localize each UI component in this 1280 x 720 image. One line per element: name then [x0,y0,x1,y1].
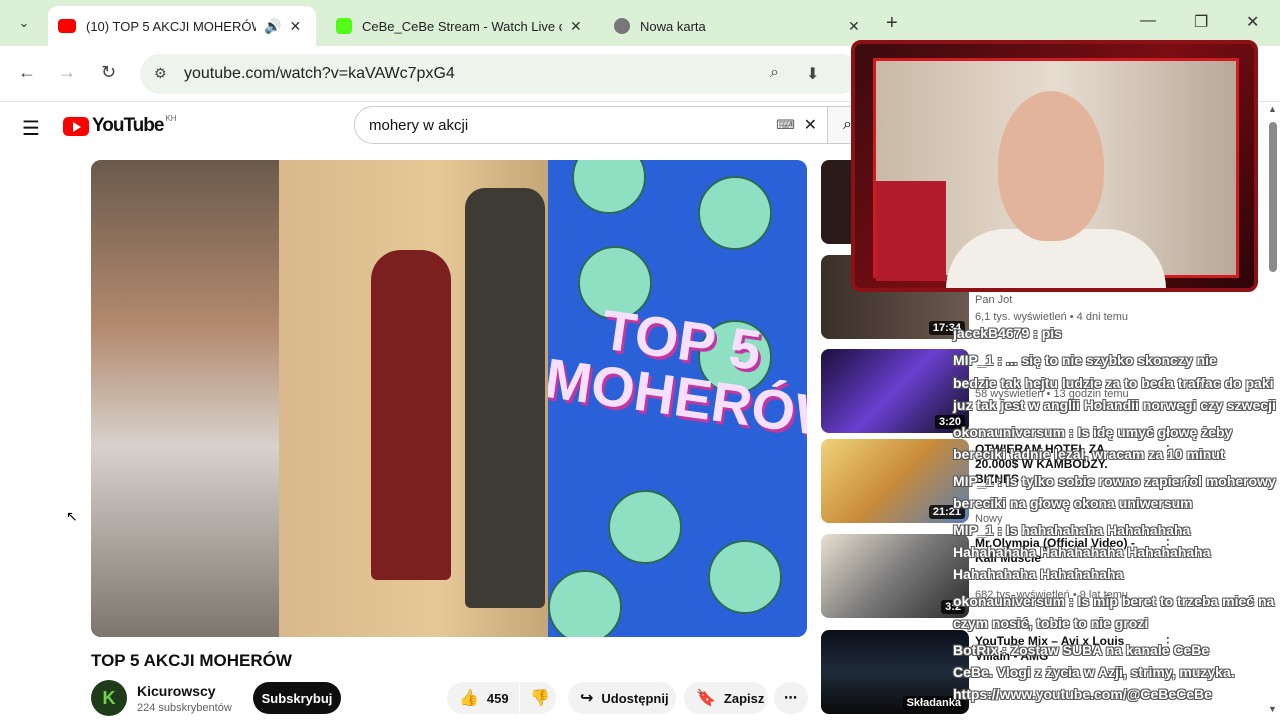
site-info-icon[interactable]: ⚙ [154,65,167,82]
dislike-button[interactable]: 👎 [520,682,556,714]
smiley-icon [572,160,646,214]
like-button[interactable]: 👍 459 [447,682,519,714]
thumbnail-panel-middle [279,160,548,637]
webcam-overlay [851,40,1258,292]
reload-icon[interactable]: ↻ [101,62,116,83]
related-thumbnail-6[interactable]: Składanka [821,630,969,714]
clear-icon[interactable]: ✕ [804,115,817,135]
chat-message: bedzie tak hejtu ludzie za to beda traff… [953,375,1274,391]
subscriber-count: 224 subskrybentów [137,702,232,714]
chat-message: okonauniversum : Is mip beret to trzeba … [953,593,1275,609]
smiley-icon [708,540,782,614]
thumbs-up-icon: 👍 [459,690,479,707]
thumbs-down-icon: 👎 [530,690,550,707]
scroll-up-icon[interactable]: ▲ [1268,104,1277,114]
chat-message: okonauniversum : Is idę umyć głowę żeby [953,424,1233,440]
forward-icon[interactable]: → [58,62,76,83]
related-thumbnail-4[interactable]: 21:21 [821,439,969,523]
tab-youtube[interactable]: (10) TOP 5 AKCJI MOHERÓW 🔊 ✕ [48,6,316,46]
related-thumbnail-3[interactable]: 3:20 [821,349,969,433]
scroll-down-icon[interactable]: ▼ [1268,704,1277,714]
search-value: mohery w akcji [369,116,469,134]
address-bar[interactable]: ⚙ youtube.com/watch?v=kaVAWc7pxG4 ⌕ ⬇ [140,54,860,94]
figure-red [371,250,451,580]
chat-message: bereciki na głowę okona uniwersum [953,495,1193,511]
save-button[interactable]: 🔖 Zapisz [684,682,768,714]
page-scrollbar[interactable]: ▲ ▼ [1266,102,1280,720]
save-label: Zapisz [723,690,765,706]
related-thumbnail-5[interactable]: 3:2 [821,534,969,618]
tab-title: Nowa karta [640,18,706,34]
related-meta: 6,1 tys. wyświetleń • 4 dni temu [975,311,1129,323]
minimize-icon[interactable]: — [1140,12,1156,30]
webcam-background [876,181,946,281]
streamer-face [998,91,1104,241]
tab-search-button[interactable]: ⌄ [8,8,40,38]
share-label: Udostępnij [601,690,669,706]
chat-message: MIP_1 : Is tylko sobie rowno zapierfol m… [953,473,1276,489]
scrollbar-thumb[interactable] [1269,122,1277,272]
logo-text: YouTube [92,115,164,136]
share-icon: ↪ [580,690,594,707]
new-tab-icon[interactable]: + [886,12,898,35]
tab-title: CeBe_CeBe Stream - Watch Live on [362,18,562,34]
keyboard-icon[interactable]: ⌨ [776,117,795,133]
smiley-icon [548,570,622,637]
bookmark-icon: 🔖 [696,690,716,707]
thumbnail-panel-left [91,160,279,637]
tab-title: (10) TOP 5 AKCJI MOHERÓW [86,18,256,34]
chat-message: bereciki ładnie lezal, wracam za 10 minu… [953,446,1225,462]
chat-message: MIP_1 : ... się to nie szybko skonczy ni… [953,352,1217,368]
install-icon[interactable]: ⬇ [806,64,819,84]
back-icon[interactable]: ← [18,62,36,83]
related-title[interactable]: Pan Jot [975,293,1145,308]
youtube-logo[interactable]: YouTube KH [63,113,177,137]
mouse-cursor-icon: ↖ [66,508,78,524]
chat-message: czym nosić, tobie to nie grozi [953,615,1149,631]
more-icon: ⋯ [784,690,797,705]
youtube-icon [58,19,76,33]
chat-message: https://www.youtube.com/@CeBeCeBe [953,686,1212,702]
figure-dark [465,188,545,608]
chrome-icon [614,18,630,34]
video-player[interactable]: TOP 5 MOHERÓW [91,160,807,637]
close-icon[interactable]: ✕ [848,18,860,35]
smiley-icon [608,490,682,564]
thumbnail-text: TOP 5 MOHERÓW [548,297,807,451]
search-input[interactable]: mohery w akcji ⌨ ✕ [354,106,828,144]
speaker-icon[interactable]: 🔊 [264,18,281,35]
country-code: KH [165,113,177,123]
url-text: youtube.com/watch?v=kaVAWc7pxG4 [184,65,455,82]
window-close-icon[interactable]: ✕ [1246,12,1259,32]
chat-message: BotRix : Zostaw SUBA na kanale CeBe [953,642,1210,658]
youtube-play-icon [63,116,89,136]
chat-message: Hahahahaha Hahahahaha [953,566,1124,582]
like-count: 459 [486,690,509,706]
close-icon[interactable]: ✕ [289,18,301,35]
chat-message: Hahahahaha Hahahahaha Hahahahaha [953,544,1211,560]
chat-message: MIP_1 : Is hahahahaha Hahahahaha [953,522,1191,538]
webcam-frame [873,58,1239,288]
menu-icon[interactable]: ☰ [22,116,40,141]
chat-message: CeBe. Vlogi z życia w Azji, strimy, muzy… [953,664,1235,680]
tab-kick[interactable]: CeBe_CeBe Stream - Watch Live on ✕ [326,6,596,46]
channel-name[interactable]: Kicurowscy [137,683,216,699]
kick-icon [336,18,352,34]
zoom-icon[interactable]: ⌕ [770,64,779,82]
smiley-icon [698,176,772,250]
chat-message: juz tak jest w anglii Holandii norwegi c… [953,397,1276,413]
thumbnail-panel-right: TOP 5 MOHERÓW [548,160,807,637]
channel-avatar[interactable]: K [91,680,127,716]
subscribe-button[interactable]: Subskrybuj [253,682,341,714]
close-icon[interactable]: ✕ [570,18,582,35]
tab-new[interactable]: Nowa karta ✕ [604,6,870,46]
video-title: TOP 5 AKCJI MOHERÓW [91,651,292,670]
chat-message: jacekB4679 : pis [953,325,1062,341]
restore-icon[interactable]: ❐ [1194,12,1208,32]
share-button[interactable]: ↪ Udostępnij [568,682,676,714]
more-actions-button[interactable]: ⋯ [774,682,808,714]
